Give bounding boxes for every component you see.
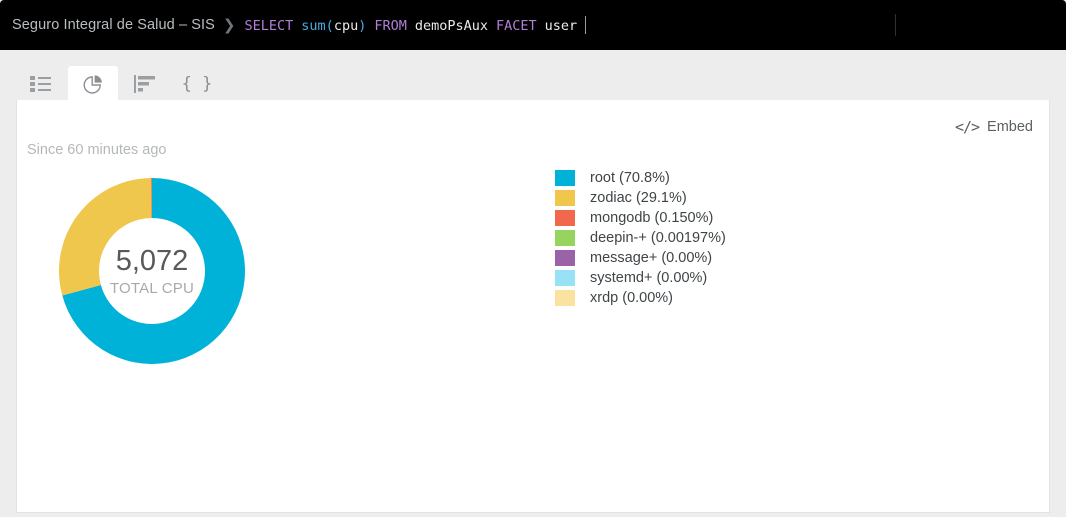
legend-item[interactable]: root (70.8%) (555, 168, 726, 188)
braces-icon: { } (181, 73, 213, 94)
query-token-facet: FACET (496, 18, 537, 34)
query-input[interactable]: SELECT sum(cpu) FROM demoPsAux FACET user (245, 16, 587, 34)
tab-bar-view[interactable] (120, 66, 170, 102)
legend-item[interactable]: deepin-+ (0.00197%) (555, 228, 726, 248)
legend-item-label: deepin-+ (0.00197%) (590, 230, 726, 246)
header-divider (895, 14, 896, 36)
query-token-cpu: cpu (333, 18, 359, 34)
legend-color-swatch (555, 290, 575, 306)
legend-item[interactable]: mongodb (0.150%) (555, 208, 726, 228)
pie-chart-icon (82, 74, 104, 96)
legend-item[interactable]: zodiac (29.1%) (555, 188, 726, 208)
list-icon (30, 75, 52, 93)
chart-legend: root (70.8%) zodiac (29.1%) mongodb (0.150… (555, 168, 726, 308)
query-token-sum: sum (301, 18, 326, 34)
text-cursor (585, 16, 587, 34)
legend-item-label: systemd+ (0.00%) (590, 270, 708, 286)
query-token-user: user (544, 18, 578, 34)
legend-item-label: xrdp (0.00%) (590, 290, 674, 306)
legend-item-label: message+ (0.00%) (590, 250, 713, 266)
code-brackets-icon: </> (954, 118, 980, 136)
query-token-close-paren: ) (358, 18, 367, 34)
view-tab-strip: { } (0, 50, 1066, 103)
legend-color-swatch (555, 170, 575, 186)
bar-chart-icon (134, 75, 156, 93)
breadcrumb-separator-icon: ❯ (222, 16, 236, 34)
embed-button[interactable]: </> Embed (955, 118, 1033, 136)
legend-item-label: mongodb (0.150%) (590, 210, 714, 226)
query-token-select: SELECT (244, 18, 294, 34)
legend-item-label: root (70.8%) (590, 170, 670, 186)
embed-label: Embed (987, 119, 1033, 135)
legend-color-swatch (555, 190, 575, 206)
tab-table-view[interactable] (16, 66, 66, 102)
donut-slice[interactable] (58, 178, 152, 296)
legend-color-swatch (555, 210, 575, 226)
query-token-open-paren: ( (325, 18, 334, 34)
legend-color-swatch (555, 230, 575, 246)
time-range-label: Since 60 minutes ago (27, 142, 167, 158)
query-token-from: FROM (374, 18, 407, 34)
donut-chart[interactable]: 5,072 TOTAL CPU (57, 176, 247, 366)
legend-color-swatch (555, 270, 575, 286)
tab-chart-view[interactable] (68, 66, 118, 103)
query-token-table: demoPsAux (414, 18, 489, 34)
chart-card: </> Embed Since 60 minutes ago 5,072 TOT… (16, 100, 1050, 513)
donut-svg (58, 178, 245, 364)
query-header-bar: Seguro Integral de Salud – SIS ❯ SELECT s… (0, 0, 1066, 50)
tab-json-view[interactable]: { } (172, 66, 222, 102)
legend-item[interactable]: xrdp (0.00%) (555, 288, 726, 308)
legend-color-swatch (555, 250, 575, 266)
legend-item[interactable]: systemd+ (0.00%) (555, 268, 726, 288)
legend-item-label: zodiac (29.1%) (590, 190, 687, 206)
account-name[interactable]: Seguro Integral de Salud – SIS (12, 17, 215, 33)
legend-item[interactable]: message+ (0.00%) (555, 248, 726, 268)
